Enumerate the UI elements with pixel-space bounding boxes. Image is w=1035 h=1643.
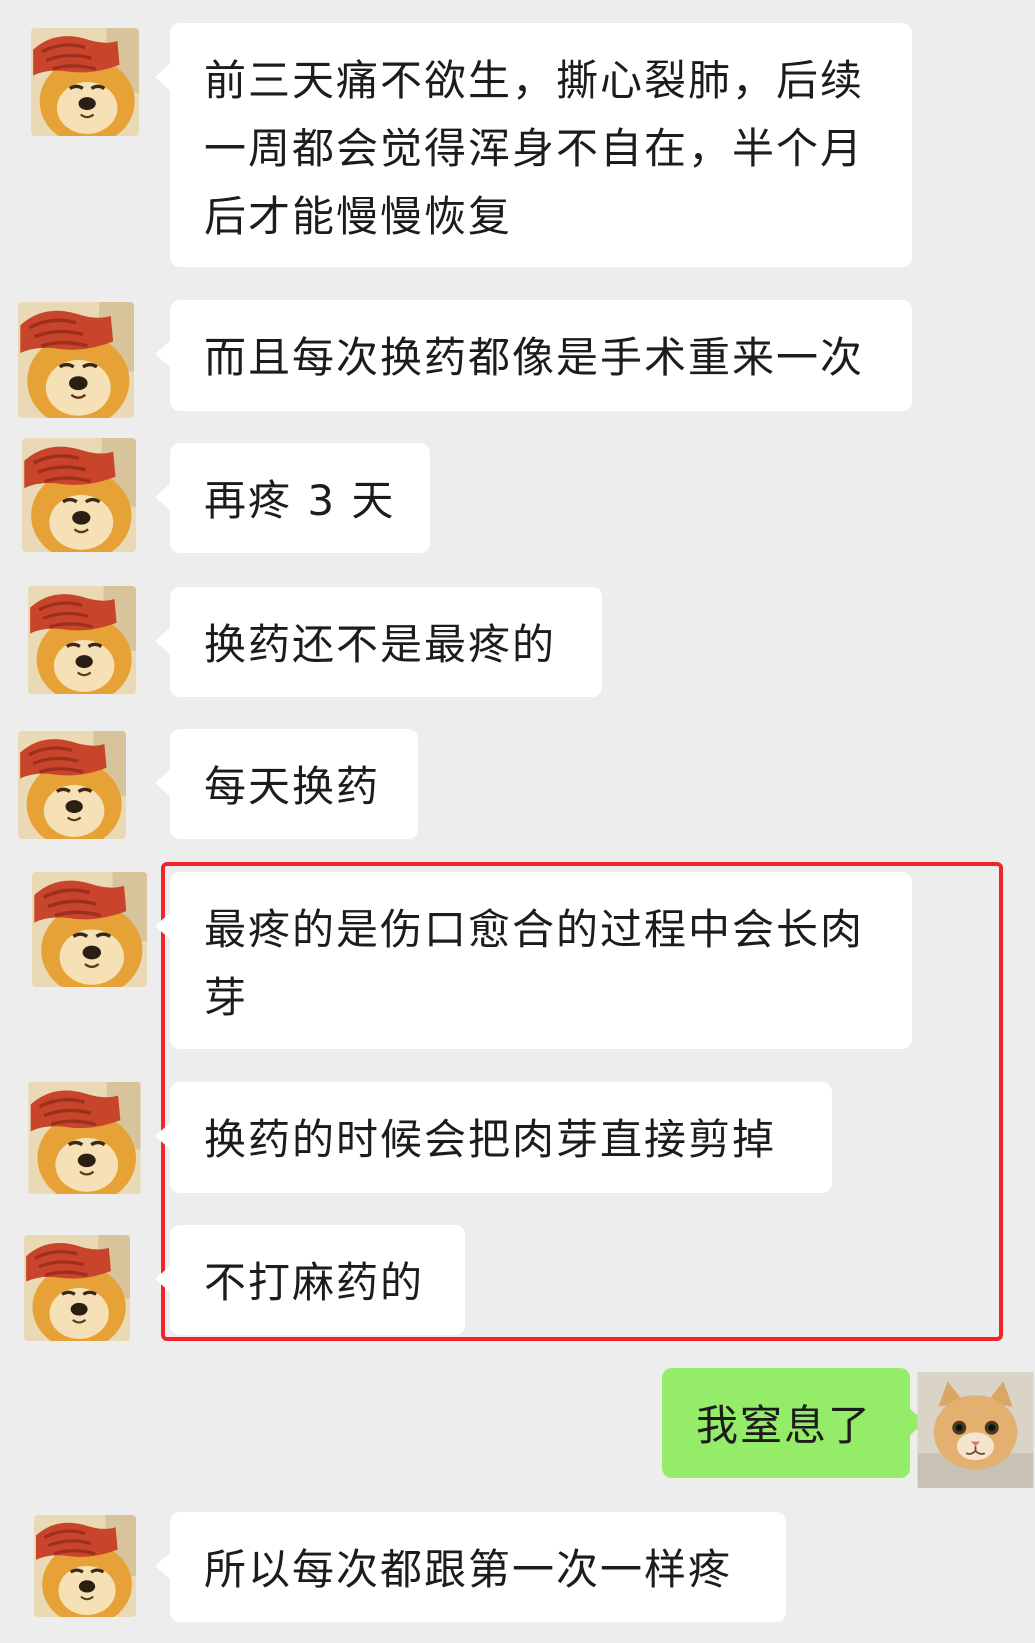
- message-bubble[interactable]: 所以每次都跟第一次一样疼: [155, 1512, 786, 1622]
- shiba-avatar-icon[interactable]: [28, 586, 136, 694]
- message-bubble-mine[interactable]: 我窒息了: [662, 1368, 925, 1478]
- message-bubble[interactable]: 再疼 3 天: [155, 443, 430, 553]
- shiba-avatar-icon[interactable]: [31, 28, 139, 136]
- message-bubble[interactable]: 每天换药: [155, 729, 418, 839]
- shiba-avatar-icon[interactable]: [18, 302, 134, 418]
- shiba-avatar-icon[interactable]: [24, 1235, 130, 1341]
- message-bubble[interactable]: 前三天痛不欲生，撕心裂肺，后续一周都会觉得浑身不自在，半个月后才能慢慢恢复: [155, 23, 912, 267]
- shiba-avatar-icon[interactable]: [32, 872, 147, 987]
- message-bubble[interactable]: 换药还不是最疼的: [155, 587, 602, 697]
- chat-window: 前三天痛不欲生，撕心裂肺，后续一周都会觉得浑身不自在，半个月后才能慢慢恢复 而且…: [0, 0, 1035, 1643]
- message-bubble[interactable]: 最疼的是伤口愈合的过程中会长肉芽: [155, 872, 912, 1049]
- shiba-avatar-icon[interactable]: [18, 731, 126, 839]
- message-bubble[interactable]: 换药的时候会把肉芽直接剪掉: [155, 1082, 832, 1193]
- cat-avatar-icon[interactable]: [916, 1372, 1035, 1488]
- shiba-avatar-icon[interactable]: [22, 438, 136, 552]
- shiba-avatar-icon[interactable]: [34, 1515, 136, 1617]
- message-bubble[interactable]: 而且每次换药都像是手术重来一次: [155, 300, 912, 411]
- message-bubble[interactable]: 不打麻药的: [155, 1225, 465, 1335]
- shiba-avatar-icon[interactable]: [27, 1082, 142, 1194]
